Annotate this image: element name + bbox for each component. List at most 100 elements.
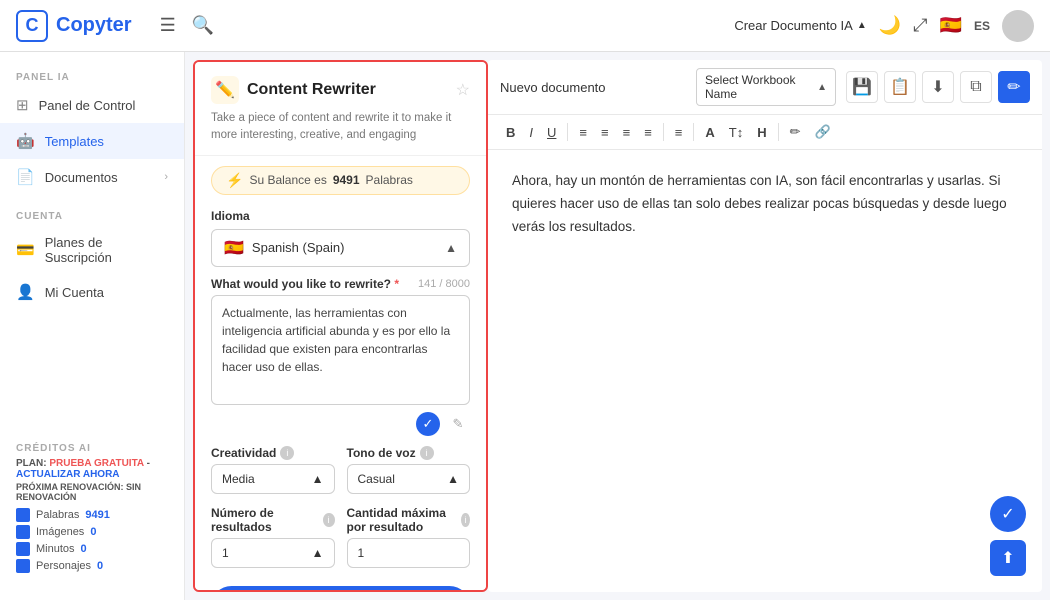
- num-resultados-dropdown[interactable]: 1 ▲: [211, 538, 335, 568]
- creatividad-group: Creatividad i Media ▲: [211, 446, 335, 494]
- moon-icon[interactable]: 🌙: [879, 15, 901, 36]
- sidebar-item-mi-cuenta[interactable]: 👤 Mi Cuenta: [0, 274, 184, 310]
- palabras-label: Palabras: [36, 509, 79, 521]
- plan-line: PLAN: PRUEBA GRATUITA - ACTUALIZAR AHORA: [16, 458, 168, 480]
- logo-box: C: [16, 10, 48, 42]
- generate-button[interactable]: GENERAR TEXTO: [211, 586, 470, 593]
- fmt-separator-1: [567, 123, 568, 141]
- save-icon-btn[interactable]: 💾: [846, 71, 878, 103]
- logo-text: Copyter: [56, 14, 132, 37]
- editor-content-area[interactable]: Ahora, hay un montón de herramientas con…: [488, 150, 1042, 592]
- copy-icon-btn[interactable]: 📋: [884, 71, 916, 103]
- align-center-btn[interactable]: ≡: [595, 122, 615, 143]
- balance-prefix: Su Balance es: [249, 173, 326, 187]
- num-resultados-value: 1: [222, 546, 229, 560]
- num-resultados-label-row: Número de resultados i: [211, 506, 335, 534]
- font-color-btn[interactable]: A: [699, 122, 720, 143]
- balance-value: 9491: [333, 173, 360, 187]
- creatividad-label: Creatividad: [211, 446, 276, 460]
- credit-minutos: Minutos 0: [16, 542, 168, 556]
- num-resultados-group: Número de resultados i 1 ▲: [211, 506, 335, 568]
- edit-mode-btn[interactable]: ✏: [998, 71, 1030, 103]
- tono-chevron-icon: ▲: [447, 472, 459, 486]
- renovacion-label: PRÓXIMA RENOVACIÓN: SIN RENOVACIÓN: [16, 482, 168, 502]
- list-ordered-btn[interactable]: ≡: [669, 122, 689, 143]
- rewrite-label-row: What would you like to rewrite? * 141 / …: [211, 277, 470, 291]
- fmt-separator-3: [693, 123, 694, 141]
- creatividad-info-icon[interactable]: i: [280, 446, 294, 460]
- tono-info-icon[interactable]: i: [420, 446, 434, 460]
- idioma-dropdown[interactable]: 🇪🇸 Spanish (Spain) ▲: [211, 229, 470, 267]
- topnav-action-icons: 🌙 ⤢ 🇪🇸 ES: [879, 10, 1034, 42]
- actualizar-link[interactable]: ACTUALIZAR AHORA: [16, 469, 120, 480]
- rewrite-textarea[interactable]: Actualmente, las herramientas con inteli…: [211, 295, 470, 405]
- floating-scroll-btn[interactable]: ⬆: [990, 540, 1026, 576]
- avatar[interactable]: [1002, 10, 1034, 42]
- arrow-icon: ›: [164, 171, 168, 183]
- workbook-select-dropdown[interactable]: Select Workbook Name ▲: [696, 68, 836, 106]
- bolt-icon: ⚡: [226, 172, 243, 189]
- char-count: 141 / 8000: [418, 278, 470, 290]
- bold-btn[interactable]: B: [500, 122, 521, 143]
- edit-btn[interactable]: ✎: [446, 412, 470, 436]
- logo[interactable]: C Copyter: [16, 10, 132, 42]
- sidebar-item-templates[interactable]: 🤖 Templates: [0, 123, 184, 159]
- main-layout: PANEL IA ⊞ Panel de Control 🤖 Templates …: [0, 52, 1050, 600]
- plan-label: PLAN:: [16, 458, 49, 469]
- workbook-label: Select Workbook Name: [705, 73, 813, 101]
- sidebar-item-panel-control[interactable]: ⊞ Panel de Control: [0, 87, 184, 123]
- expand-icon[interactable]: ⤢: [913, 15, 927, 36]
- personajes-label: Personajes: [36, 560, 91, 572]
- imagenes-value: 0: [90, 526, 96, 538]
- flag-icon: 🇪🇸: [940, 15, 962, 36]
- download-icon-btn[interactable]: ⬇: [922, 71, 954, 103]
- tono-dropdown[interactable]: Casual ▲: [347, 464, 471, 494]
- tono-group: Tono de voz i Casual ▲: [347, 446, 471, 494]
- align-left-btn[interactable]: ≡: [573, 122, 593, 143]
- underline-btn[interactable]: U: [541, 122, 562, 143]
- credit-palabras: Palabras 9491: [16, 508, 168, 522]
- sidebar-item-documentos[interactable]: 📄 Documentos ›: [0, 159, 184, 195]
- text-size-btn[interactable]: T↕: [723, 122, 749, 143]
- panel-title-row: ✏️ Content Rewriter ☆: [211, 76, 470, 104]
- user-icon: 👤: [16, 283, 35, 301]
- align-right-btn[interactable]: ≡: [617, 122, 637, 143]
- balance-suffix: Palabras: [366, 173, 413, 187]
- fmt-separator-2: [663, 123, 664, 141]
- draw-btn[interactable]: ✏: [784, 121, 807, 143]
- sidebar-item-label: Mi Cuenta: [45, 285, 104, 300]
- panel-icon: ✏️: [211, 76, 239, 104]
- fmt-separator-4: [778, 123, 779, 141]
- num-resultados-label: Número de resultados: [211, 506, 319, 534]
- floating-check-btn[interactable]: ✓: [990, 496, 1026, 532]
- editor-actions: 💾 📋 ⬇ ⧉ ✏: [846, 71, 1030, 103]
- palabras-icon: [16, 508, 30, 522]
- star-icon[interactable]: ☆: [456, 80, 470, 100]
- num-resultados-info-icon[interactable]: i: [323, 513, 335, 527]
- cuenta-label: CUENTA: [0, 203, 184, 226]
- cantidad-dropdown[interactable]: 1: [347, 538, 471, 568]
- search-icon[interactable]: 🔍: [192, 15, 214, 36]
- doc-name-input[interactable]: [500, 80, 676, 95]
- duplicate-icon-btn[interactable]: ⧉: [960, 71, 992, 103]
- link-btn[interactable]: 🔗: [809, 121, 837, 143]
- palabras-value: 9491: [85, 509, 109, 521]
- cantidad-info-icon[interactable]: i: [461, 513, 470, 527]
- topnav: C Copyter ☰ 🔍 Crear Documento IA ▲ 🌙 ⤢ 🇪…: [0, 0, 1050, 52]
- sidebar-item-planes[interactable]: 💳 Planes de Suscripción: [0, 226, 184, 274]
- card-icon: 💳: [16, 241, 35, 259]
- plan-name[interactable]: PRUEBA GRATUITA: [49, 458, 143, 469]
- heading-btn[interactable]: H: [751, 122, 772, 143]
- idioma-chevron-icon: ▲: [445, 241, 457, 255]
- workbook-chevron-icon: ▲: [817, 82, 827, 93]
- crear-documento-btn[interactable]: Crear Documento IA ▲: [734, 18, 866, 33]
- credit-personajes: Personajes 0: [16, 559, 168, 573]
- nav-icons: ☰ 🔍: [160, 15, 215, 36]
- creatividad-dropdown[interactable]: Media ▲: [211, 464, 335, 494]
- italic-btn[interactable]: I: [523, 122, 539, 143]
- creditos-label: CRÉDITOS AI: [16, 443, 168, 458]
- confirm-btn[interactable]: ✓: [416, 412, 440, 436]
- minutos-value: 0: [81, 543, 87, 555]
- justify-btn[interactable]: ≡: [638, 122, 658, 143]
- menu-icon[interactable]: ☰: [160, 15, 176, 36]
